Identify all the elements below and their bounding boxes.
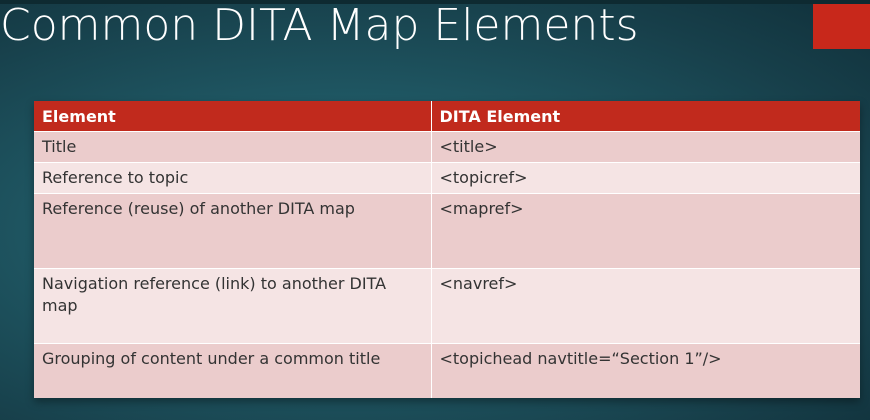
column-header-dita-element: DITA Element	[431, 101, 860, 132]
cell-element: Reference (reuse) of another DITA map	[34, 193, 432, 269]
cell-dita-element: <title>	[431, 131, 860, 163]
column-header-element: Element	[34, 101, 432, 132]
table-row: Reference (reuse) of another DITA map <m…	[34, 193, 860, 269]
cell-element: Grouping of content under a common title	[34, 343, 432, 398]
elements-table: Element DITA Element Title <title> Refer…	[34, 101, 860, 398]
cell-dita-element: <mapref>	[431, 193, 860, 269]
cell-element: Title	[34, 131, 432, 163]
slide-title: Common DITA Map Elements	[0, 0, 639, 51]
table-row: Reference to topic <topicref>	[34, 162, 860, 194]
table-row: Title <title>	[34, 131, 860, 163]
slide: Common DITA Map Elements Element DITA El…	[0, 0, 870, 420]
table-row: Grouping of content under a common title…	[34, 343, 860, 398]
table-header-row: Element DITA Element	[34, 101, 860, 132]
accent-block	[813, 4, 870, 49]
cell-element: Reference to topic	[34, 162, 432, 194]
cell-element: Navigation reference (link) to another D…	[34, 268, 432, 344]
table-row: Navigation reference (link) to another D…	[34, 268, 860, 344]
cell-dita-element: <navref>	[431, 268, 860, 344]
elements-table-container: Element DITA Element Title <title> Refer…	[34, 101, 860, 398]
cell-dita-element: <topichead navtitle=“Section 1”/>	[431, 343, 860, 398]
cell-dita-element: <topicref>	[431, 162, 860, 194]
